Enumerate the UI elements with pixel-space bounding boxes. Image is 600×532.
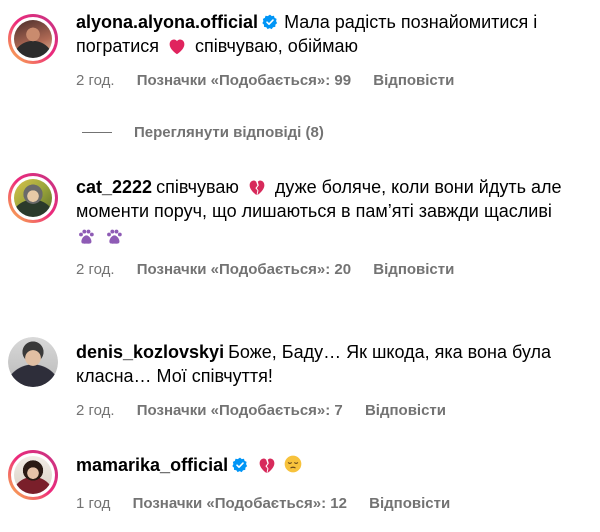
avatar[interactable] [8,173,58,223]
verified-badge-icon [262,14,278,30]
likes-count[interactable]: Позначки «Подобається»: 20 [137,261,351,278]
avatar[interactable] [8,450,58,500]
comment-body: cat_2222 співчуваю дуже боляче, коли вони… [76,175,586,280]
comment-body: mamarika_official 1 год Позначки «Подоба… [76,453,586,514]
comment-body: denis_kozlovskyi Боже, Баду… Як шкода, як… [76,340,586,421]
reply-button[interactable]: Відповісти [369,495,450,512]
comment-meta: 1 год Позначки «Подобається»: 12 Відпові… [76,494,586,514]
avatar[interactable] [8,14,58,64]
emoji-row [76,227,586,247]
comment-username[interactable]: alyona.alyona.official [76,12,258,32]
reply-button[interactable]: Відповісти [373,261,454,278]
paw-prints-icon [79,229,94,244]
comment-time[interactable]: 2 год. [76,261,115,278]
pensive-face-icon [284,455,302,473]
comment-meta: 2 год. Позначки «Подобається»: 20 Відпов… [76,260,586,280]
red-heart-icon [169,39,185,55]
comment-username[interactable]: denis_kozlovskyi [76,342,224,362]
reply-button[interactable]: Відповісти [373,72,454,89]
verified-badge-icon [232,457,248,473]
divider-line [82,132,112,133]
comment-time[interactable]: 1 год [76,495,110,512]
comment-text: denis_kozlovskyi Боже, Баду… Як шкода, як… [76,340,586,388]
comment-body: alyona.alyona.official Мала радість позна… [76,10,586,91]
view-replies-label: Переглянути відповіді (8) [134,124,324,141]
reply-button[interactable]: Відповісти [365,402,446,419]
likes-count[interactable]: Позначки «Подобається»: 99 [137,72,351,89]
comment-meta: 2 год. Позначки «Подобається»: 99 Відпов… [76,71,586,91]
comment-time[interactable]: 2 год. [76,402,115,419]
comment-text-part: співчуваю, обіймаю [195,36,359,56]
avatar[interactable] [8,337,58,387]
view-replies-button[interactable]: Переглянути відповіді (8) [82,124,324,141]
comment-text: alyona.alyona.official Мала радість позна… [76,10,586,58]
comment-text-part: співчуваю [156,177,239,197]
comments-list: alyona.alyona.official Мала радість позна… [0,0,600,532]
comment-username[interactable]: cat_2222 [76,177,152,197]
likes-count[interactable]: Позначки «Подобається»: 12 [133,495,347,512]
broken-heart-icon [249,180,265,196]
comment-meta: 2 год. Позначки «Подобається»: 7 Відпові… [76,401,586,421]
comment-username[interactable]: mamarika_official [76,455,228,475]
paw-prints-icon [107,229,122,244]
likes-count[interactable]: Позначки «Подобається»: 7 [137,402,343,419]
broken-heart-icon [259,458,275,474]
comment-time[interactable]: 2 год. [76,72,115,89]
comment-text: cat_2222 співчуваю дуже боляче, коли вони… [76,175,586,223]
comment-text: mamarika_official [76,453,586,477]
